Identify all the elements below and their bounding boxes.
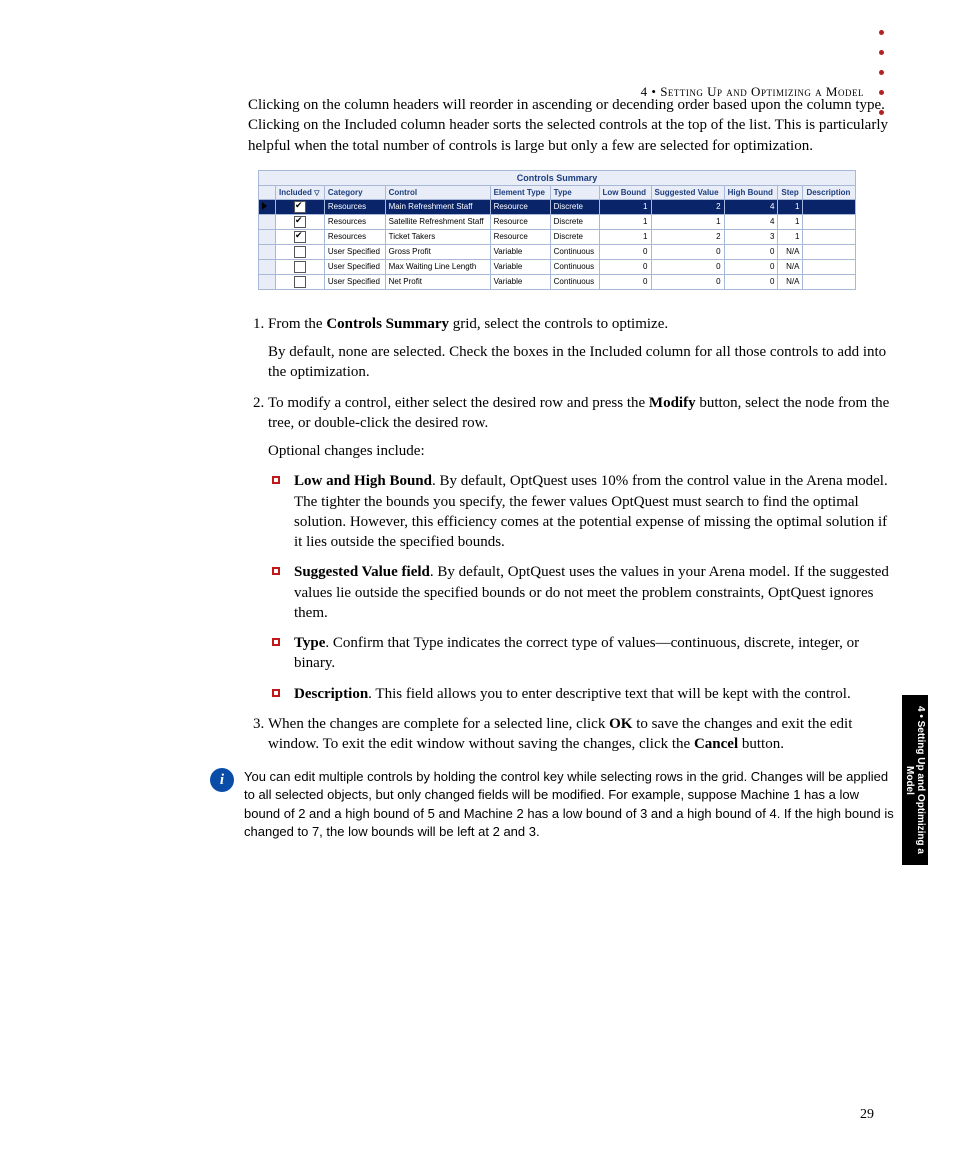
cell-element-type: Resource bbox=[490, 229, 550, 244]
table-row[interactable]: User SpecifiedNet ProfitVariableContinuo… bbox=[259, 274, 856, 289]
info-note: i You can edit multiple controls by hold… bbox=[210, 768, 894, 841]
step-2: To modify a control, either select the d… bbox=[268, 393, 894, 704]
cell-suggested: 2 bbox=[651, 229, 724, 244]
cell-step: N/A bbox=[778, 259, 803, 274]
cell-high-bound: 0 bbox=[724, 244, 778, 259]
cell-step: 1 bbox=[778, 229, 803, 244]
cell-element-type: Resource bbox=[490, 199, 550, 214]
cell-step: N/A bbox=[778, 244, 803, 259]
col-included[interactable]: Included ▽ bbox=[276, 185, 325, 199]
cell-category: Resources bbox=[324, 214, 385, 229]
table-row[interactable]: ResourcesMain Refreshment StaffResourceD… bbox=[259, 199, 856, 214]
cell-type: Continuous bbox=[550, 274, 599, 289]
table-row[interactable]: ResourcesTicket TakersResourceDiscrete12… bbox=[259, 229, 856, 244]
col-control[interactable]: Control bbox=[385, 185, 490, 199]
col-category[interactable]: Category bbox=[324, 185, 385, 199]
cell-control: Gross Profit bbox=[385, 244, 490, 259]
running-header: 4 • Setting Up and Optimizing a Model bbox=[641, 84, 864, 100]
optional-changes-list: Low and High Bound. By default, OptQuest… bbox=[268, 471, 894, 704]
cell-step: 1 bbox=[778, 199, 803, 214]
cell-suggested: 0 bbox=[651, 274, 724, 289]
info-icon: i bbox=[210, 768, 234, 792]
steps-list: From the Controls Summary grid, select t… bbox=[248, 314, 894, 755]
included-checkbox[interactable] bbox=[294, 276, 306, 288]
cell-element-type: Resource bbox=[490, 214, 550, 229]
bullet-low-high-bound: Low and High Bound. By default, OptQuest… bbox=[294, 471, 894, 552]
page-number: 29 bbox=[860, 1107, 874, 1123]
cell-control: Main Refreshment Staff bbox=[385, 199, 490, 214]
bullet-suggested-value: Suggested Value field. By default, OptQu… bbox=[294, 562, 894, 623]
cell-description bbox=[803, 274, 856, 289]
cell-step: N/A bbox=[778, 274, 803, 289]
cell-element-type: Variable bbox=[490, 244, 550, 259]
included-checkbox[interactable] bbox=[294, 246, 306, 258]
cell-control: Max Waiting Line Length bbox=[385, 259, 490, 274]
bullet-description: Description. This field allows you to en… bbox=[294, 684, 894, 704]
cell-element-type: Variable bbox=[490, 274, 550, 289]
cell-type: Discrete bbox=[550, 199, 599, 214]
cell-high-bound: 0 bbox=[724, 274, 778, 289]
cell-control: Ticket Takers bbox=[385, 229, 490, 244]
cell-suggested: 0 bbox=[651, 259, 724, 274]
col-type[interactable]: Type bbox=[550, 185, 599, 199]
included-checkbox[interactable] bbox=[294, 261, 306, 273]
step-2-optional-lead: Optional changes include: bbox=[268, 441, 894, 461]
cell-type: Continuous bbox=[550, 244, 599, 259]
cell-element-type: Variable bbox=[490, 259, 550, 274]
cell-suggested: 1 bbox=[651, 214, 724, 229]
cell-high-bound: 4 bbox=[724, 214, 778, 229]
cell-description bbox=[803, 229, 856, 244]
cell-suggested: 0 bbox=[651, 244, 724, 259]
controls-summary-table: Controls Summary Included ▽ Category Con… bbox=[258, 170, 894, 290]
step-3: When the changes are complete for a sele… bbox=[268, 714, 894, 755]
cell-control: Satellite Refreshment Staff bbox=[385, 214, 490, 229]
cell-type: Discrete bbox=[550, 214, 599, 229]
cell-suggested: 2 bbox=[651, 199, 724, 214]
cell-control: Net Profit bbox=[385, 274, 490, 289]
step-1: From the Controls Summary grid, select t… bbox=[268, 314, 894, 383]
side-chapter-tab: 4 • Setting Up and Optimizing a Model bbox=[902, 695, 928, 865]
table-row[interactable]: User SpecifiedGross ProfitVariableContin… bbox=[259, 244, 856, 259]
cell-type: Discrete bbox=[550, 229, 599, 244]
cell-high-bound: 0 bbox=[724, 259, 778, 274]
cell-high-bound: 4 bbox=[724, 199, 778, 214]
col-low[interactable]: Low Bound bbox=[599, 185, 651, 199]
row-header-col[interactable] bbox=[259, 185, 276, 199]
col-step[interactable]: Step bbox=[778, 185, 803, 199]
cell-description bbox=[803, 244, 856, 259]
cell-low-bound: 0 bbox=[599, 244, 651, 259]
cell-low-bound: 0 bbox=[599, 274, 651, 289]
cell-category: User Specified bbox=[324, 274, 385, 289]
cell-type: Continuous bbox=[550, 259, 599, 274]
decorative-dots bbox=[879, 30, 884, 115]
included-checkbox[interactable] bbox=[294, 201, 306, 213]
cell-description bbox=[803, 259, 856, 274]
cell-category: User Specified bbox=[324, 259, 385, 274]
step-1-detail: By default, none are selected. Check the… bbox=[268, 342, 894, 383]
col-high[interactable]: High Bound bbox=[724, 185, 778, 199]
col-desc[interactable]: Description bbox=[803, 185, 856, 199]
info-note-text: You can edit multiple controls by holdin… bbox=[244, 768, 894, 841]
cell-description bbox=[803, 199, 856, 214]
table-row[interactable]: User SpecifiedMax Waiting Line LengthVar… bbox=[259, 259, 856, 274]
cell-step: 1 bbox=[778, 214, 803, 229]
cell-low-bound: 1 bbox=[599, 229, 651, 244]
table-row[interactable]: ResourcesSatellite Refreshment StaffReso… bbox=[259, 214, 856, 229]
bullet-type: Type. Confirm that Type indicates the co… bbox=[294, 633, 894, 674]
cell-high-bound: 3 bbox=[724, 229, 778, 244]
row-pointer-icon bbox=[262, 202, 267, 210]
col-suggested[interactable]: Suggested Value bbox=[651, 185, 724, 199]
cell-low-bound: 1 bbox=[599, 199, 651, 214]
table-title: Controls Summary bbox=[259, 170, 856, 185]
cell-low-bound: 1 bbox=[599, 214, 651, 229]
cell-category: Resources bbox=[324, 199, 385, 214]
intro-paragraph: Clicking on the column headers will reor… bbox=[248, 95, 894, 156]
cell-category: User Specified bbox=[324, 244, 385, 259]
included-checkbox[interactable] bbox=[294, 216, 306, 228]
cell-category: Resources bbox=[324, 229, 385, 244]
col-element[interactable]: Element Type bbox=[490, 185, 550, 199]
cell-low-bound: 0 bbox=[599, 259, 651, 274]
included-checkbox[interactable] bbox=[294, 231, 306, 243]
cell-description bbox=[803, 214, 856, 229]
